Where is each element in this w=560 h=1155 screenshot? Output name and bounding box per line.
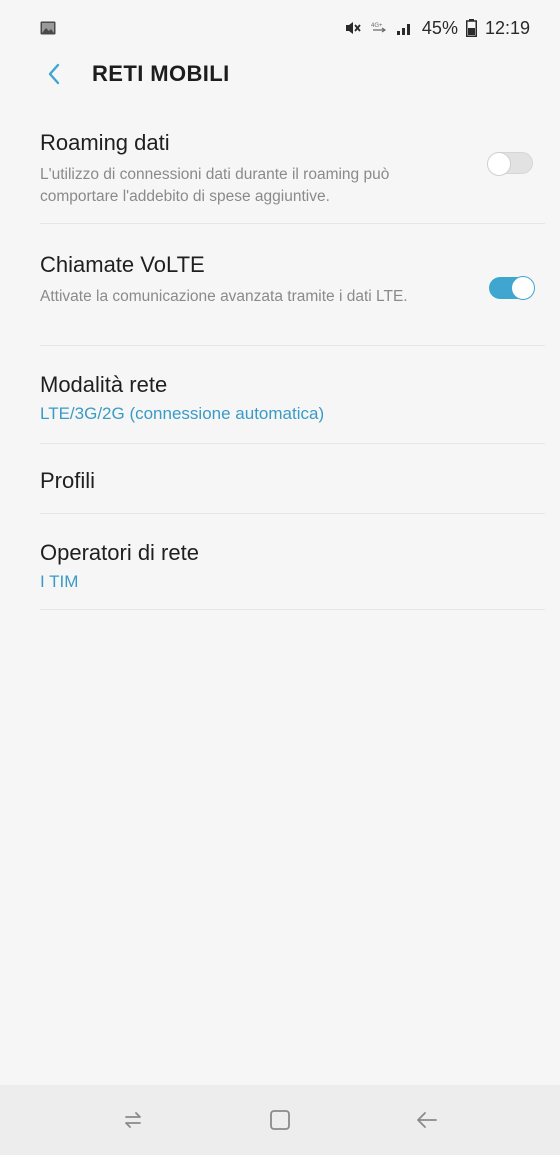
volte-toggle[interactable]: [489, 276, 535, 300]
volte-description: Attivate la comunicazione avanzata trami…: [40, 288, 408, 305]
settings-item-volte[interactable]: Chiamate VoLTE Attivate la comunicazione…: [40, 224, 545, 346]
operators-value: I TIM: [40, 572, 79, 591]
network-mode-title: Modalità rete: [40, 372, 168, 397]
settings-item-profiles[interactable]: Profili: [40, 444, 545, 514]
app-header: RETI MOBILI: [0, 44, 560, 104]
svg-text:4G+: 4G+: [371, 23, 383, 29]
recents-button[interactable]: [103, 1095, 163, 1145]
back-icon: [416, 1112, 437, 1128]
clock: 12:19: [484, 17, 530, 38]
back-button[interactable]: [36, 56, 72, 92]
network-mode-value: LTE/3G/2G (connessione automatica): [40, 404, 325, 423]
recents-icon: [125, 1112, 142, 1128]
gallery-icon: [40, 21, 56, 35]
operators-title: Operatori di rete: [40, 540, 199, 565]
roaming-toggle[interactable]: [487, 152, 533, 176]
volte-title: Chiamate VoLTE: [40, 252, 205, 277]
nav-back-button[interactable]: [397, 1095, 457, 1145]
status-left: [40, 21, 56, 35]
navigation-bar: [0, 1085, 560, 1155]
roaming-description: L'utilizzo di connessioni dati durante i…: [40, 166, 390, 205]
settings-item-operators[interactable]: Operatori di rete I TIM: [40, 514, 545, 610]
mute-icon: [344, 20, 362, 36]
roaming-title: Roaming dati: [40, 130, 170, 155]
battery-icon: [465, 19, 477, 37]
volte-icon: 4G+: [370, 20, 388, 36]
phone-screen: 4G+ 45% 12:19 RETI MOBILI Roaming dati L…: [0, 0, 560, 1155]
home-icon: [270, 1110, 290, 1130]
settings-item-roaming[interactable]: Roaming dati L'utilizzo di connessioni d…: [40, 104, 545, 224]
signal-icon: [396, 20, 414, 36]
profiles-title: Profili: [40, 468, 96, 493]
home-button[interactable]: [250, 1095, 310, 1145]
toggle-knob: [511, 276, 535, 300]
settings-list: Roaming dati L'utilizzo di connessioni d…: [40, 104, 545, 610]
toggle-knob: [487, 152, 511, 176]
status-right: 4G+ 45% 12:19: [344, 18, 530, 39]
battery-percent: 45%: [421, 17, 458, 38]
chevron-left-icon: [48, 63, 60, 85]
settings-item-network-mode[interactable]: Modalità rete LTE/3G/2G (connessione aut…: [40, 346, 545, 444]
page-title: RETI MOBILI: [92, 61, 230, 86]
